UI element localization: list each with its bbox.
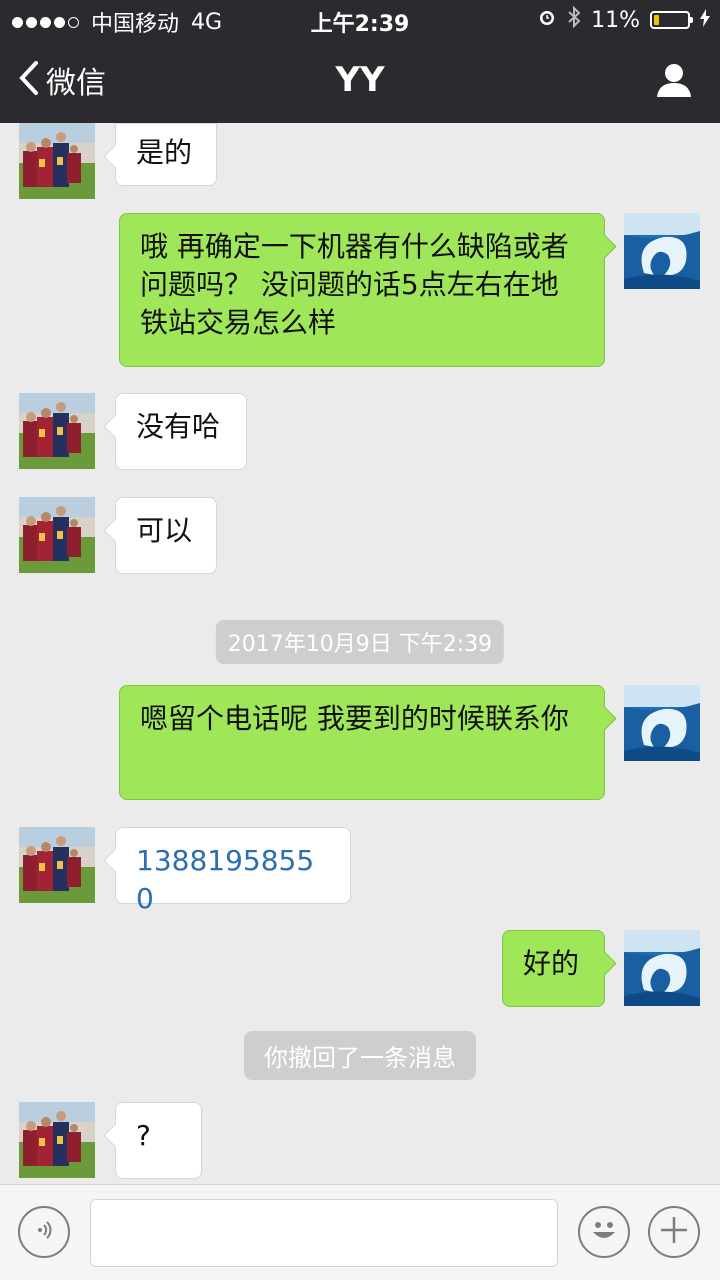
profile-icon	[656, 64, 692, 102]
chat-title: YY	[335, 60, 385, 100]
contact-avatar[interactable]	[19, 827, 95, 903]
recall-notice: 你撤回了一条消息	[244, 1031, 476, 1080]
message-bubble-outgoing[interactable]: 嗯留个电话呢 我要到的时候联系你	[119, 685, 605, 800]
message-bubble-incoming[interactable]: 是的	[115, 123, 217, 186]
profile-button[interactable]	[656, 62, 692, 102]
input-bar	[0, 1184, 720, 1280]
contact-avatar[interactable]	[19, 393, 95, 469]
emoji-icon	[586, 1212, 622, 1252]
battery-percent: 11%	[591, 7, 640, 33]
message-bubble-incoming[interactable]: 可以	[115, 497, 217, 574]
phone-number-link[interactable]: 13881958550	[136, 844, 314, 915]
status-bar: 中国移动 4G 上午2:39 11%	[0, 0, 720, 40]
timestamp-label: 2017年10月9日 下午2:39	[215, 620, 505, 664]
my-avatar[interactable]	[624, 213, 700, 289]
voice-icon	[31, 1217, 57, 1247]
message-input[interactable]	[90, 1199, 558, 1267]
charging-icon	[700, 8, 710, 33]
battery-icon	[650, 11, 693, 29]
contact-avatar[interactable]	[19, 123, 95, 199]
message-bubble-outgoing[interactable]: 好的	[502, 930, 605, 1007]
my-avatar[interactable]	[624, 930, 700, 1006]
message-bubble-incoming[interactable]: 13881958550	[115, 827, 351, 915]
contact-avatar[interactable]	[19, 1102, 95, 1178]
chat-area[interactable]: 是的 哦 再确定一下机器有什么缺陷或者问题吗？ 没问题的话5点左右在地铁站交易怎…	[0, 123, 720, 1184]
contact-avatar[interactable]	[19, 497, 95, 573]
message-bubble-incoming[interactable]: ?	[115, 1102, 202, 1179]
message-bubble-outgoing[interactable]: 哦 再确定一下机器有什么缺陷或者问题吗？ 没问题的话5点左右在地铁站交易怎么样	[119, 213, 605, 367]
more-button[interactable]	[648, 1206, 700, 1258]
alarm-icon	[537, 7, 557, 33]
plus-icon	[659, 1215, 689, 1249]
emoji-button[interactable]	[578, 1206, 630, 1258]
bluetooth-icon	[567, 5, 581, 34]
my-avatar[interactable]	[624, 685, 700, 761]
voice-button[interactable]	[18, 1206, 70, 1258]
nav-bar: 微信 YY	[0, 40, 720, 123]
message-bubble-incoming[interactable]: 没有哈	[115, 393, 247, 470]
